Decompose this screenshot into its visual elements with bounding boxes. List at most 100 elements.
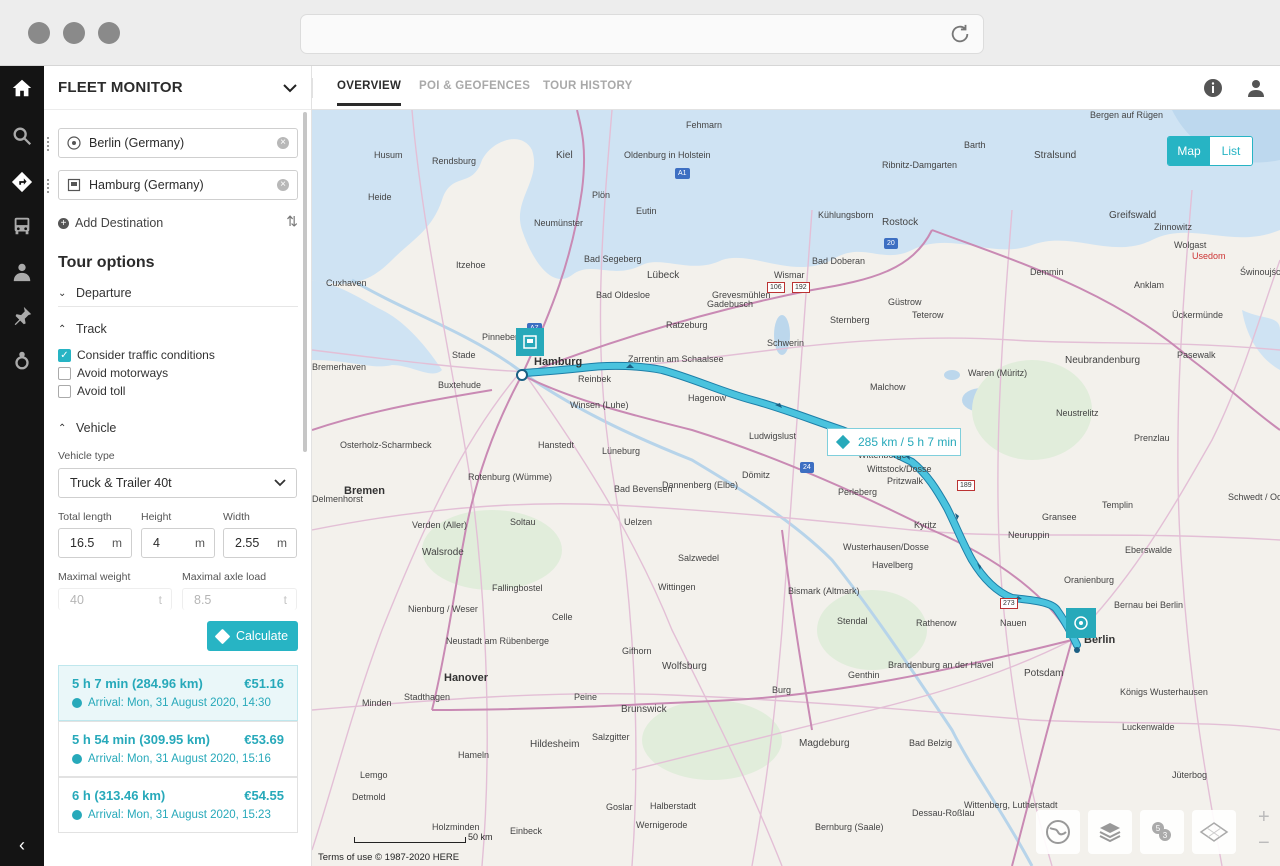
checkbox-toll[interactable]: Avoid toll — [58, 384, 125, 398]
city-label: Ückermünde — [1172, 310, 1224, 320]
address-bar[interactable] — [300, 14, 984, 54]
traffic-icon[interactable]: 53 — [1140, 810, 1184, 854]
truck-icon[interactable] — [0, 204, 44, 248]
city-label: Uelzen — [624, 517, 653, 527]
checkbox-motorways[interactable]: Avoid motorways — [58, 366, 168, 380]
checkbox-icon[interactable] — [58, 366, 71, 380]
destination-field[interactable]: Hamburg (Germany) × — [47, 170, 298, 200]
route-result[interactable]: 6 h (313.46 km) €54.55 Arrival: Mon, 31 A… — [58, 777, 298, 833]
window-minimize-dot[interactable] — [63, 22, 85, 44]
origin-pin-icon[interactable] — [1066, 608, 1096, 638]
city-label: Einbeck — [510, 826, 543, 836]
user-icon[interactable] — [1246, 78, 1266, 98]
layers-icon[interactable] — [1088, 810, 1132, 854]
list-view-button[interactable]: List — [1210, 137, 1252, 165]
checkbox-icon[interactable] — [58, 384, 71, 398]
route-icon[interactable] — [0, 160, 44, 204]
city-label: Greifswald — [1109, 210, 1157, 221]
pin-icon[interactable] — [0, 294, 44, 338]
tab-overview[interactable]: OVERVIEW — [337, 80, 402, 106]
input-value: 16.5 — [70, 536, 95, 550]
vehicle-type-value: Truck & Trailer 40t — [70, 476, 172, 490]
vehicle-type-select[interactable]: Truck & Trailer 40t — [58, 468, 297, 498]
drag-handle-icon[interactable] — [47, 179, 50, 193]
city-label: Schwerin — [767, 338, 805, 348]
city-label: Oldenburg in Holstein — [624, 150, 711, 160]
home-icon[interactable] — [0, 66, 44, 110]
clear-icon[interactable]: × — [277, 137, 289, 149]
tour-options-title: Tour options — [58, 254, 155, 271]
checkbox-checked-icon[interactable]: ✓ — [58, 348, 71, 362]
city-label: Hildesheim — [530, 739, 580, 750]
reload-icon[interactable] — [949, 23, 971, 45]
swap-icon[interactable]: ⇅ — [286, 213, 298, 230]
zoom-out-icon[interactable]: − — [1258, 832, 1270, 855]
input-value: 40 — [70, 592, 84, 607]
view-toggle[interactable]: Map List — [1167, 136, 1253, 166]
section-departure[interactable]: ⌄ Departure — [58, 286, 298, 307]
route-label[interactable]: 285 km / 5 h 7 min — [827, 428, 961, 456]
map-view[interactable]: Hamburg Berlin Bremen Hanover Rostock Ki… — [312, 110, 1280, 866]
city-label: Luckenwalde — [1122, 722, 1175, 732]
city-label: Verden (Aller) — [412, 520, 468, 530]
city-label: Dannenberg (Elbe) — [662, 480, 739, 490]
city-label: Stralsund — [1034, 150, 1077, 161]
chevron-down-icon[interactable] — [283, 83, 297, 93]
width-input[interactable]: 2.55 m — [223, 528, 297, 558]
city-label: Rendsburg — [432, 156, 477, 166]
window-maximize-dot[interactable] — [98, 22, 120, 44]
road-shield: 273 — [1000, 598, 1018, 609]
map-view-button[interactable]: Map — [1168, 137, 1210, 165]
city-label: Lemgo — [360, 770, 388, 780]
origin-field[interactable]: Berlin (Germany) × — [47, 128, 298, 158]
window-close-dot[interactable] — [28, 22, 50, 44]
calculate-button[interactable]: Calculate — [207, 621, 298, 651]
globe-icon[interactable] — [1036, 810, 1080, 854]
input-value: 8.5 — [194, 592, 212, 607]
city-label: Ribnitz-Damgarten — [882, 160, 958, 170]
zoom-in-icon[interactable]: + — [1258, 806, 1270, 829]
chevron-up-icon: ⌃ — [58, 422, 67, 434]
city-label: Ludwigslust — [749, 431, 797, 441]
driver-icon[interactable] — [0, 250, 44, 294]
route-result[interactable]: 5 h 7 min (284.96 km) €51.16 Arrival: Mon… — [58, 665, 298, 721]
city-label: Cuxhaven — [326, 278, 367, 288]
route-result[interactable]: 5 h 54 min (309.95 km) €53.69 Arrival: Mo… — [58, 721, 298, 777]
section-vehicle[interactable]: ⌃ Vehicle — [58, 421, 298, 441]
chevron-down-icon: ⌄ — [58, 287, 67, 299]
tab-tour-history[interactable]: TOUR HISTORY — [543, 80, 633, 92]
add-destination-button[interactable]: + Add Destination ⇅ — [58, 213, 298, 230]
scrollbar[interactable] — [303, 112, 307, 452]
satellite-icon[interactable] — [1192, 810, 1236, 854]
city-label: Heide — [368, 192, 392, 202]
city-label: Nauen — [1000, 618, 1027, 628]
city-label: Rostock — [882, 217, 919, 228]
info-icon[interactable] — [1203, 78, 1223, 98]
city-label: Neuruppin — [1008, 530, 1050, 540]
city-label: Gransee — [1042, 512, 1077, 522]
city-label: Neubrandenburg — [1065, 355, 1141, 366]
result-duration: 5 h 7 min (284.96 km) — [72, 676, 203, 691]
collapse-panel-icon[interactable]: ‹ — [0, 830, 44, 860]
city-label: Pritzwalk — [887, 476, 924, 486]
city-label: Kyritz — [914, 520, 937, 530]
tab-poi-geofences[interactable]: POI & GEOFENCES — [419, 80, 530, 92]
city-label: Wernigerode — [636, 820, 688, 830]
total-length-input[interactable]: 16.5 m — [58, 528, 132, 558]
checkbox-traffic[interactable]: ✓ Consider traffic conditions — [58, 348, 215, 362]
destination-pin-icon[interactable] — [516, 328, 544, 356]
drag-handle-icon[interactable] — [47, 137, 50, 151]
max-axle-input[interactable]: 8.5 t — [182, 588, 297, 610]
max-weight-input[interactable]: 40 t — [58, 588, 172, 610]
section-track[interactable]: ⌃ Track — [58, 322, 298, 342]
height-input[interactable]: 4m — [141, 528, 215, 558]
city-label: Halberstadt — [650, 801, 697, 811]
city-label: Rotenburg (Wümme) — [468, 472, 553, 482]
city-label: Bernburg (Saale) — [815, 822, 884, 832]
clear-icon[interactable]: × — [277, 179, 289, 191]
location-icon[interactable] — [0, 338, 44, 382]
map-footer[interactable]: Terms of use © 1987-2020 HERE — [318, 852, 459, 863]
section-label: Departure — [76, 286, 132, 300]
city-label: Salzgitter — [592, 732, 630, 742]
search-icon[interactable] — [0, 114, 44, 158]
